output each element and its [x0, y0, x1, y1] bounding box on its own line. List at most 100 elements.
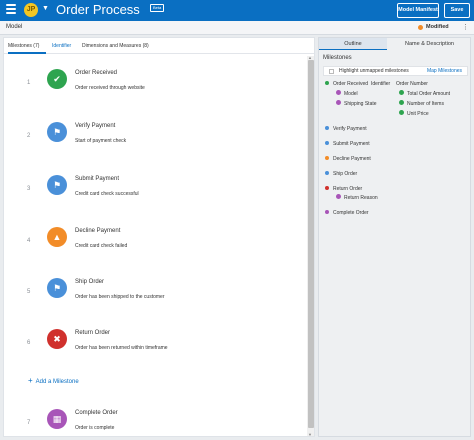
milestone-description: Start of payment check — [75, 138, 127, 144]
outline-item-decline-payment[interactable]: Decline Payment — [325, 155, 371, 162]
outline-label: Return Reason — [344, 195, 378, 201]
save-button[interactable]: Save — [444, 3, 470, 18]
milestone-number: 5 — [27, 289, 31, 295]
outline-label: Shipping State — [344, 101, 377, 107]
scroll-down-icon[interactable]: ▼ — [308, 432, 312, 436]
milestone-name: Ship Order — [75, 279, 105, 285]
outline-section-title: Milestones — [323, 55, 352, 61]
tab-dimensions-and-measures[interactable]: Dimensions and Measures (8) — [82, 43, 149, 49]
plus-icon: + — [28, 376, 33, 385]
tab-identifier[interactable]: Identifier — [52, 43, 71, 49]
outline-item-submit-payment[interactable]: Submit Payment — [325, 140, 370, 147]
milestone-dot-icon — [325, 170, 329, 175]
flag-icon: ⚑ — [47, 278, 67, 298]
beta-badge: Beta — [150, 4, 165, 12]
outline-item-verify-payment[interactable]: Verify Payment — [325, 125, 367, 132]
outline-item-ship-order[interactable]: Ship Order — [325, 170, 358, 177]
checkered-flag-icon: ▦ — [47, 409, 67, 429]
milestone-dot-icon — [325, 140, 329, 145]
outline-item-order-received[interactable]: Order Received — [325, 80, 369, 87]
milestone-number: 6 — [27, 340, 31, 346]
measure-icon — [399, 90, 404, 96]
app-logo[interactable]: JP — [24, 3, 38, 17]
milestone-number: 7 — [27, 420, 31, 426]
more-options-icon[interactable]: ⋮ — [462, 23, 469, 31]
outline-label: Total Order Amount — [407, 91, 451, 97]
add-milestone-button[interactable]: + Add a Milestone — [28, 376, 79, 385]
outline-label: Verify Payment — [333, 126, 367, 132]
milestone-description: Order has been returned within timeframe — [75, 345, 168, 351]
milestone-item[interactable]: 4 ▲ Decline Payment Credit card check fa… — [4, 227, 304, 277]
warning-icon: ▲ — [47, 227, 67, 247]
flag-icon: ⚑ — [47, 122, 67, 142]
check-icon: ✔ — [47, 69, 67, 89]
milestone-item[interactable]: 1 ✔ Order Received Order received throug… — [4, 69, 304, 119]
outline-label: Decline Payment — [333, 156, 371, 162]
flag-icon: ⚑ — [47, 175, 67, 195]
model-manifest-button[interactable]: Model Manifest — [397, 3, 439, 18]
vertical-scrollbar[interactable]: ▲ ▼ — [307, 55, 314, 436]
milestone-item[interactable]: 2 ⚑ Verify Payment Start of payment chec… — [4, 122, 304, 172]
outline-label: Ship Order — [333, 171, 358, 177]
milestone-dot-icon — [325, 209, 329, 214]
outline-item-return-order[interactable]: Return Order — [325, 185, 362, 192]
close-icon: ✖ — [47, 329, 67, 349]
highlight-unmapped-row: Highlight unmapped milestones Map Milest… — [323, 66, 468, 76]
active-tab-indicator — [8, 52, 46, 54]
status-dot-icon — [418, 25, 423, 30]
outline-measure-total-order-amount[interactable]: Total Order Amount — [399, 90, 451, 97]
milestone-number: 4 — [27, 238, 31, 244]
milestone-description: Order has been shipped to the customer — [75, 294, 165, 300]
outline-dimension-return-reason[interactable]: Return Reason — [336, 194, 378, 201]
tab-bar: Milestones (7) Identifier Dimensions and… — [4, 38, 314, 54]
outline-tab-bar: Outline Name & Description — [319, 38, 470, 50]
outline-item-complete-order[interactable]: Complete Order — [325, 209, 369, 216]
outline-label: Order Received — [333, 81, 369, 87]
highlight-unmapped-label: Highlight unmapped milestones — [339, 68, 409, 74]
milestone-description: Order is complete — [75, 425, 115, 431]
milestone-name: Return Order — [75, 330, 111, 336]
milestone-item[interactable]: 6 ✖ Return Order Order has been returned… — [4, 329, 304, 379]
app-header: JP ▼ Order Process Beta Model Manifest S… — [0, 0, 474, 21]
outline-label: Number of Items — [407, 101, 444, 107]
milestone-number: 1 — [27, 80, 31, 86]
chevron-down-icon[interactable]: ▼ — [42, 5, 49, 12]
milestone-number: 3 — [27, 186, 31, 192]
model-toolbar: Model Modified ⋮ — [0, 21, 474, 35]
dimension-icon — [336, 194, 341, 200]
model-label: Model — [6, 24, 23, 30]
highlight-unmapped-checkbox[interactable] — [329, 69, 334, 74]
milestone-item[interactable]: 7 ▦ Complete Order Order is complete — [4, 409, 304, 436]
milestone-dot-icon — [325, 185, 329, 190]
scrollbar-thumb[interactable] — [308, 60, 314, 428]
milestone-name: Decline Payment — [75, 228, 121, 234]
milestone-description: Order received through website — [75, 85, 145, 91]
outline-measure-number-of-items[interactable]: Number of Items — [399, 100, 444, 107]
milestone-number: 2 — [27, 133, 31, 139]
milestone-item[interactable]: 5 ⚑ Ship Order Order has been shipped to… — [4, 278, 304, 328]
map-milestones-link[interactable]: Map Milestones — [427, 68, 462, 74]
tab-name-and-description[interactable]: Name & Description — [387, 38, 470, 50]
outline-label: Submit Payment — [333, 141, 370, 147]
measure-icon — [399, 100, 404, 106]
outline-measure-unit-price[interactable]: Unit Price — [399, 110, 429, 117]
milestone-name: Order Received — [75, 70, 118, 76]
add-milestone-label: Add a Milestone — [35, 379, 79, 385]
hamburger-menu-icon[interactable] — [6, 4, 16, 16]
page-title: Order Process — [56, 2, 140, 17]
measure-icon — [399, 110, 404, 116]
milestones-panel: Milestones (7) Identifier Dimensions and… — [3, 37, 315, 437]
outline-identifier-label: Identifier — [371, 81, 391, 87]
milestone-name: Complete Order — [75, 410, 118, 416]
outline-dimension-model[interactable]: Model — [336, 90, 358, 97]
tab-outline[interactable]: Outline — [319, 38, 387, 50]
milestone-item[interactable]: 3 ⚑ Submit Payment Credit card check suc… — [4, 175, 304, 225]
milestone-dot-icon — [325, 155, 329, 160]
outline-label: Model — [344, 91, 358, 97]
dimension-icon — [336, 90, 341, 96]
tab-milestones[interactable]: Milestones (7) — [8, 43, 39, 49]
milestone-dot-icon — [325, 80, 329, 85]
outline-dimension-shipping-state[interactable]: Shipping State — [336, 100, 377, 107]
milestone-dot-icon — [325, 125, 329, 130]
milestone-description: Credit card check successful — [75, 191, 139, 197]
